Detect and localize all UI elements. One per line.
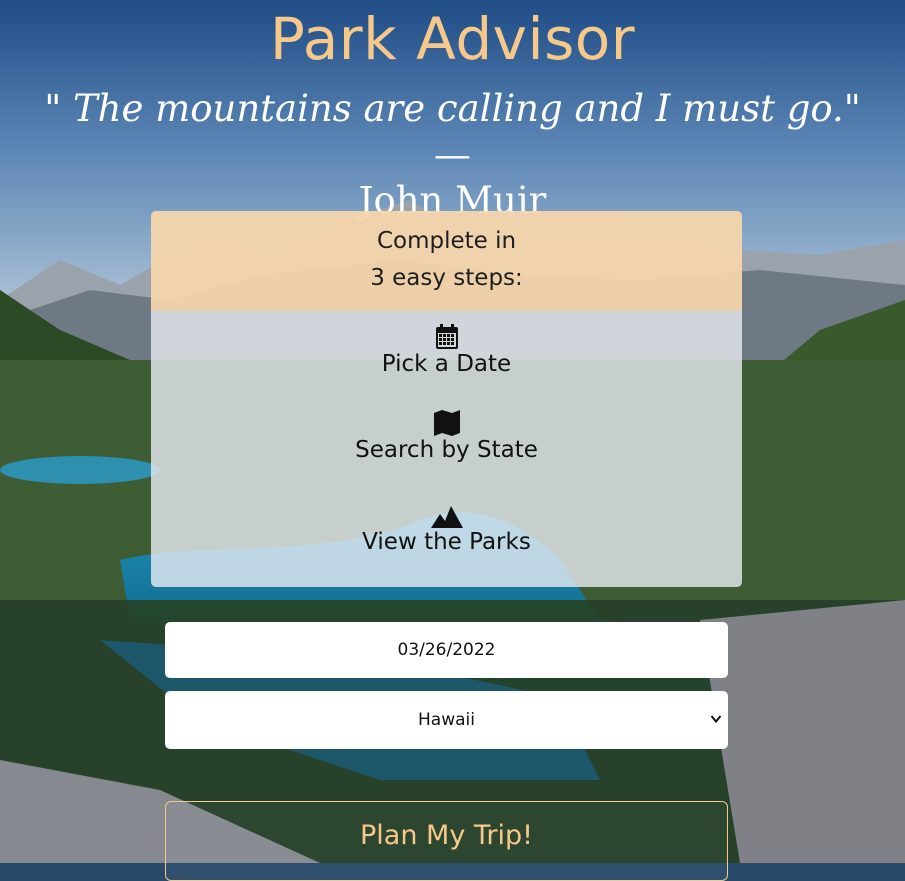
step-view-parks: View the Parks [151,504,742,556]
page-content: Park Advisor " The mountains are calling… [0,0,905,881]
state-select-value: Hawaii [418,710,475,730]
step-search-state: Search by State [151,410,742,464]
state-select[interactable]: Hawaii [165,691,728,749]
quote-dash: — [434,133,471,176]
steps-intro: Complete in 3 easy steps: [151,211,742,311]
map-icon [433,410,460,436]
chevron-down-icon [710,715,722,724]
date-input[interactable]: 03/26/2022 [165,622,728,678]
step-label-pick-date: Pick a Date [381,351,512,377]
steps-card: Complete in 3 easy steps: Pick a Date Se… [151,211,742,587]
plan-trip-button[interactable]: Plan My Trip! [165,801,728,881]
step-pick-date: Pick a Date [151,324,742,378]
steps-intro-line2: 3 easy steps: [370,265,523,291]
mountains-icon [430,506,463,528]
step-label-search-state: Search by State [355,437,538,463]
steps-intro-line1: Complete in [376,228,517,254]
step-label-view-parks: View the Parks [362,529,531,555]
quote: " The mountains are calling and I must g… [20,86,885,224]
quote-text: " The mountains are calling and I must g… [44,87,861,130]
calendar-icon [435,324,458,349]
app-title: Park Advisor [269,5,636,73]
